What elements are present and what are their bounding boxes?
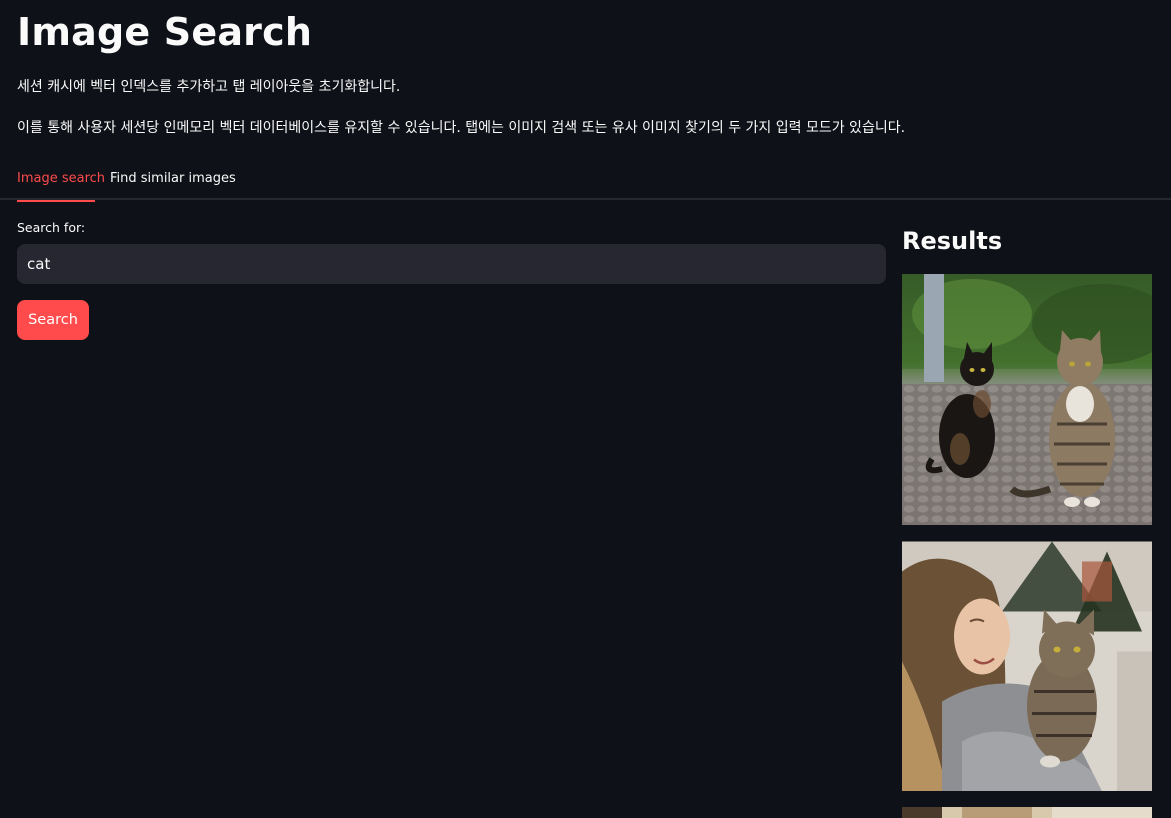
search-label: Search for: — [17, 220, 86, 235]
tab-find-similar-images-label: Find similar images — [110, 171, 236, 186]
two-cats-photo — [902, 274, 1152, 525]
description-line-1: 세션 캐시에 벡터 인덱스를 추가하고 탭 레이아웃을 초기화합니다. — [17, 79, 401, 95]
tab-image-search[interactable]: Image search — [17, 168, 105, 202]
search-input[interactable] — [17, 244, 886, 284]
tab-divider — [0, 198, 1171, 200]
result-image-woman-with-cat[interactable] — [902, 541, 1152, 791]
description-line-2: 이를 통해 사용자 세션당 인메모리 벡터 데이터베이스를 유지할 수 있습니다… — [17, 120, 906, 136]
partial-cat-photo — [902, 807, 1152, 818]
result-image-partial[interactable] — [902, 807, 1152, 818]
page-title: Image Search — [17, 10, 313, 54]
active-tab-indicator — [17, 200, 95, 202]
search-button[interactable]: Search — [17, 300, 89, 340]
tab-bar: Image search Find similar images — [0, 164, 1171, 202]
tab-image-search-label: Image search — [17, 171, 106, 186]
results-heading: Results — [902, 227, 1003, 255]
woman-holding-cat-photo — [902, 541, 1152, 791]
app-page: Image Search 세션 캐시에 벡터 인덱스를 추가하고 탭 레이아웃을… — [0, 0, 1171, 818]
result-image-two-cats[interactable] — [902, 274, 1152, 525]
tab-find-similar-images[interactable]: Find similar images — [110, 168, 236, 198]
